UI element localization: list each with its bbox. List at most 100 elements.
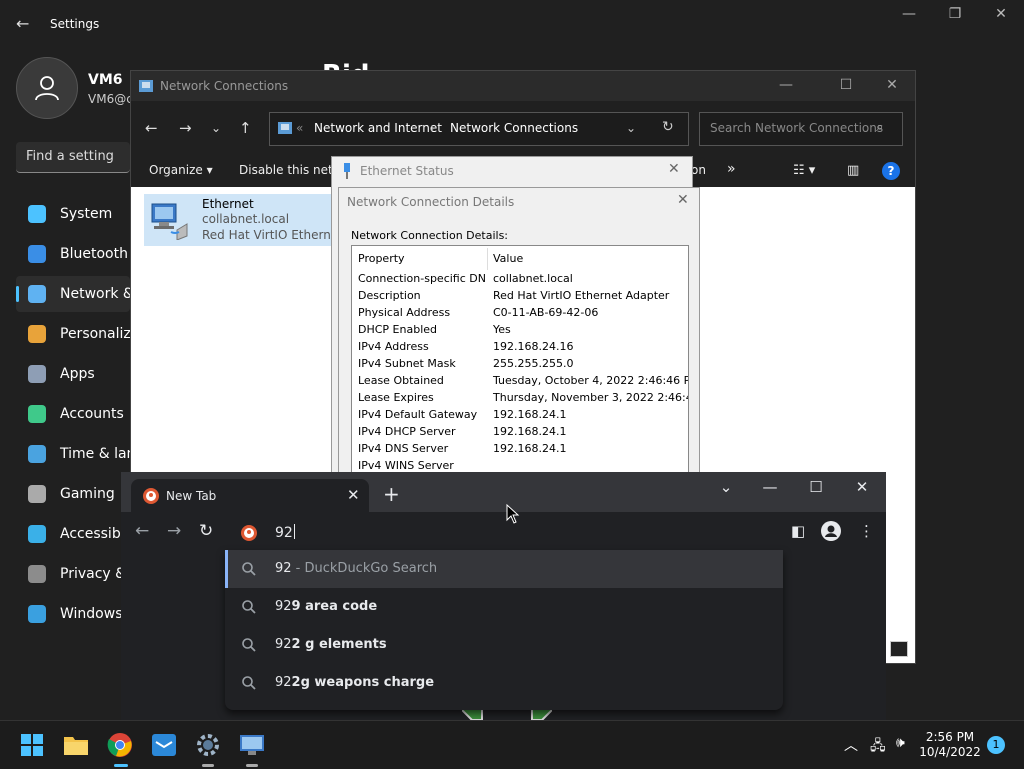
breadcrumb-separator-icon[interactable]: ›: [430, 121, 435, 135]
maximize-button[interactable]: ☐: [801, 478, 831, 496]
property-cell: Physical Address: [358, 306, 451, 319]
table-row[interactable]: Lease Obtained Tuesday, October 4, 2022 2…: [352, 374, 688, 391]
preview-pane-icon[interactable]: ▥: [847, 163, 859, 178]
side-panel-icon[interactable]: ◧: [791, 522, 805, 540]
network-connections-taskbar-button[interactable]: [236, 729, 268, 767]
tab-search-icon[interactable]: ⌄: [711, 478, 741, 496]
sidebar-item-time[interactable]: Time & language: [16, 436, 130, 472]
title-bar[interactable]: Network Connections — ☐ ✕: [131, 71, 915, 101]
store-taskbar-button[interactable]: [148, 729, 180, 761]
command-partial[interactable]: on: [691, 163, 706, 177]
table-row[interactable]: IPv4 DNS Server 192.168.24.1: [352, 442, 688, 459]
close-button[interactable]: ✕: [877, 77, 907, 93]
connection-details-dialog: Network Connection Details ✕ Network Con…: [338, 187, 700, 480]
restore-button[interactable]: ❐: [940, 6, 970, 22]
maximize-button[interactable]: ☐: [831, 77, 861, 93]
suggestion-item[interactable]: 92 - DuckDuckGo Search: [225, 550, 783, 588]
windows-logo-icon: [21, 734, 43, 756]
start-button[interactable]: [16, 729, 48, 761]
omnibox-input[interactable]: 92: [275, 524, 295, 541]
property-cell: IPv4 WINS Server: [358, 459, 454, 472]
breadcrumb-item[interactable]: Network Connections: [450, 121, 578, 135]
close-button[interactable]: ✕: [668, 161, 680, 177]
table-row[interactable]: Physical Address C0-11-AB-69-42-06: [352, 306, 688, 323]
volume-icon[interactable]: 🕪: [896, 735, 905, 751]
sidebar-item-accessibility[interactable]: Accessibility: [16, 516, 130, 552]
network-tray-icon[interactable]: 🖧: [870, 735, 886, 759]
table-row[interactable]: Description Red Hat VirtIO Ethernet Adapt…: [352, 289, 688, 306]
user-icon: [35, 76, 59, 101]
chrome-taskbar-button[interactable]: [104, 729, 136, 767]
address-path[interactable]: « Network and Internet › Network Connect…: [269, 112, 689, 146]
tab-new-tab[interactable]: New Tab ✕: [131, 479, 369, 512]
search-input[interactable]: Search Network Connections ⌕: [699, 112, 903, 146]
help-icon[interactable]: ?: [882, 162, 900, 180]
chevron-down-icon[interactable]: ⌄: [626, 121, 636, 135]
table-row[interactable]: Lease Expires Thursday, November 3, 2022 …: [352, 391, 688, 408]
suggestion-typed: 92: [275, 675, 292, 690]
back-icon[interactable]: ←: [135, 521, 149, 541]
minimize-button[interactable]: —: [894, 6, 924, 22]
reload-icon[interactable]: ↻: [199, 521, 213, 541]
sidebar-item-accounts[interactable]: Accounts: [16, 396, 130, 432]
show-hidden-icons-chevron-icon[interactable]: ︿: [844, 735, 858, 755]
up-icon[interactable]: ↑: [239, 119, 252, 137]
details-list[interactable]: Property Value Connection-specific DN...…: [351, 245, 689, 480]
more-commands-button[interactable]: »: [727, 161, 736, 177]
browser-toolbar: ← → ↻ 92 ◧ ⋮: [121, 512, 886, 550]
sidebar-item-gaming[interactable]: Gaming: [16, 476, 130, 512]
forward-icon[interactable]: →: [179, 119, 192, 137]
active-indicator: [114, 764, 128, 767]
menu-icon[interactable]: ⋮: [859, 522, 874, 540]
table-row[interactable]: IPv4 Default Gateway 192.168.24.1: [352, 408, 688, 425]
view-options-icon[interactable]: ☷ ▾: [793, 163, 815, 178]
column-header-property[interactable]: Property: [358, 252, 405, 265]
user-name: VM6: [88, 72, 123, 88]
suggestion-item[interactable]: 922 g elements: [225, 626, 783, 664]
suggestion-item[interactable]: 929 area code: [225, 588, 783, 626]
breadcrumb-item[interactable]: Network and Internet: [314, 121, 442, 135]
omnibox[interactable]: 92: [225, 514, 783, 550]
table-row[interactable]: DHCP Enabled Yes: [352, 323, 688, 340]
new-tab-button[interactable]: +: [383, 482, 400, 506]
sidebar-item-privacy[interactable]: Privacy & security: [16, 556, 130, 592]
table-row[interactable]: IPv4 Address 192.168.24.16: [352, 340, 688, 357]
sidebar-item-bluetooth[interactable]: Bluetooth & devices: [16, 236, 130, 272]
disable-network-button[interactable]: Disable this netwo: [239, 163, 333, 177]
file-explorer-button[interactable]: [60, 729, 92, 761]
back-icon[interactable]: ←: [145, 119, 158, 137]
profile-icon[interactable]: [821, 521, 841, 541]
clock[interactable]: 2:56 PM 10/4/2022: [910, 730, 990, 760]
ethernet-adapter-item[interactable]: Ethernet collabnet.local Red Hat VirtIO …: [144, 194, 355, 246]
refresh-icon[interactable]: ↻: [662, 119, 674, 135]
column-header-value[interactable]: Value: [493, 252, 523, 265]
tab-close-icon[interactable]: ✕: [347, 486, 360, 504]
sidebar-item-network[interactable]: Network & internet: [16, 276, 130, 312]
minimize-button[interactable]: —: [771, 77, 801, 93]
sidebar-item-system[interactable]: System: [16, 196, 130, 232]
settings-taskbar-button[interactable]: [192, 729, 224, 767]
suggestion-item[interactable]: 922g weapons charge: [225, 664, 783, 702]
sidebar-item-label: Windows Update: [60, 606, 130, 622]
close-button[interactable]: ✕: [677, 192, 689, 208]
column-divider[interactable]: [487, 248, 488, 270]
recent-dropdown-icon[interactable]: ⌄: [211, 121, 221, 135]
find-setting-input[interactable]: Find a setting: [16, 142, 130, 173]
property-cell: Connection-specific DN...: [358, 272, 486, 285]
notification-badge[interactable]: 1: [987, 736, 1005, 754]
close-button[interactable]: ✕: [986, 6, 1016, 22]
close-button[interactable]: ✕: [847, 478, 877, 496]
sidebar-item-apps[interactable]: Apps: [16, 356, 130, 392]
breadcrumb-overflow-icon[interactable]: «: [296, 121, 303, 135]
avatar[interactable]: [16, 57, 78, 119]
sidebar-item-personalization[interactable]: Personalization: [16, 316, 130, 352]
table-row[interactable]: Connection-specific DN... collabnet.local: [352, 272, 688, 289]
table-row[interactable]: IPv4 Subnet Mask 255.255.255.0: [352, 357, 688, 374]
minimize-button[interactable]: —: [755, 478, 785, 496]
forward-icon[interactable]: →: [167, 521, 181, 541]
tab-strip[interactable]: New Tab ✕ + ⌄ — ☐ ✕: [121, 472, 886, 512]
table-row[interactable]: IPv4 DHCP Server 192.168.24.1: [352, 425, 688, 442]
organize-button[interactable]: Organize ▾: [149, 163, 213, 177]
back-arrow-icon[interactable]: ←: [16, 14, 29, 33]
sidebar-item-windows[interactable]: Windows Update: [16, 596, 130, 632]
